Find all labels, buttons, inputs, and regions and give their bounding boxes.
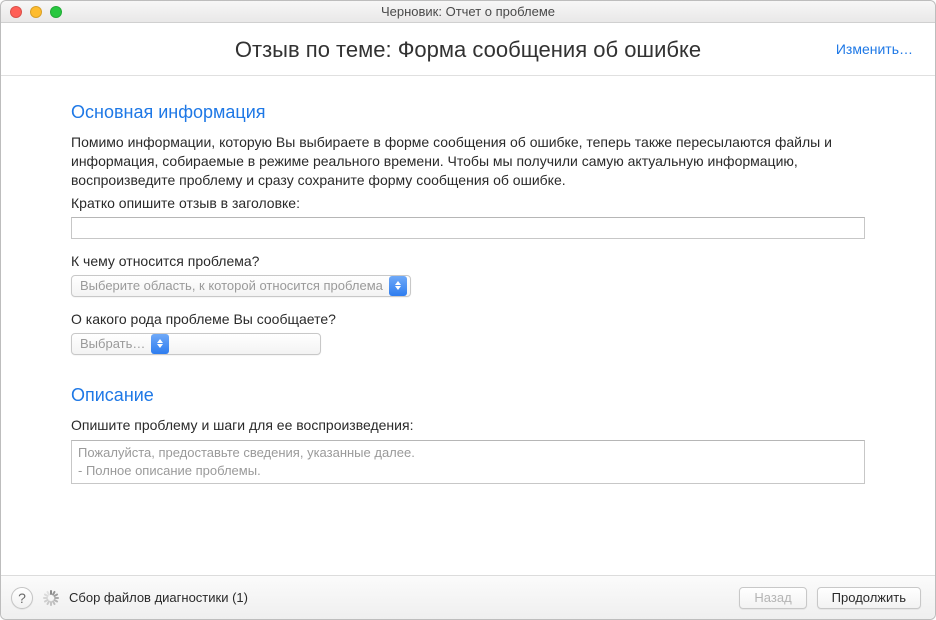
page-title: Отзыв по теме: Форма сообщения об ошибке	[235, 37, 701, 63]
header-bar: Отзыв по теме: Форма сообщения об ошибке…	[1, 23, 935, 76]
description-steps-label: Опишите проблему и шаги для ее воспроизв…	[71, 416, 865, 435]
window: Черновик: Отчет о проблеме Отзыв по теме…	[0, 0, 936, 620]
dropdown-stepper-icon	[151, 334, 169, 354]
back-button[interactable]: Назад	[739, 587, 806, 609]
feedback-title-input[interactable]	[71, 217, 865, 239]
basic-info-heading: Основная информация	[71, 102, 865, 123]
description-steps-textarea[interactable]: Пожалуйста, предоставьте сведения, указа…	[71, 440, 865, 484]
problem-area-select-placeholder: Выберите область, к которой относится пр…	[80, 278, 383, 293]
diagnostics-status-label: Сбор файлов диагностики (1)	[69, 590, 248, 605]
problem-area-label: К чему относится проблема?	[71, 253, 865, 269]
dropdown-stepper-icon	[389, 276, 407, 296]
problem-type-label: О какого рода проблеме Вы сообщаете?	[71, 311, 865, 327]
basic-info-intro: Помимо информации, которую Вы выбираете …	[71, 133, 865, 190]
window-title: Черновик: Отчет о проблеме	[1, 4, 935, 19]
help-icon: ?	[18, 590, 26, 606]
description-section: Описание Опишите проблему и шаги для ее …	[71, 385, 865, 485]
footer-bar: ? Сбор файлов диагностики (1) Назад Прод…	[1, 575, 935, 619]
description-placeholder-line2: - Полное описание проблемы.	[78, 462, 858, 480]
continue-button[interactable]: Продолжить	[817, 587, 921, 609]
basic-info-section: Основная информация Помимо информации, к…	[71, 102, 865, 355]
help-button[interactable]: ?	[11, 587, 33, 609]
description-placeholder-line1: Пожалуйста, предоставьте сведения, указа…	[78, 444, 858, 462]
spinner-icon	[43, 590, 59, 606]
description-heading: Описание	[71, 385, 865, 406]
feedback-title-label: Кратко опишите отзыв в заголовке:	[71, 194, 865, 213]
change-topic-link[interactable]: Изменить…	[836, 41, 913, 57]
problem-type-select[interactable]: Выбрать…	[71, 333, 321, 355]
titlebar: Черновик: Отчет о проблеме	[1, 1, 935, 23]
problem-type-select-placeholder: Выбрать…	[80, 336, 145, 351]
content-area: Основная информация Помимо информации, к…	[1, 76, 935, 575]
problem-area-select[interactable]: Выберите область, к которой относится пр…	[71, 275, 411, 297]
